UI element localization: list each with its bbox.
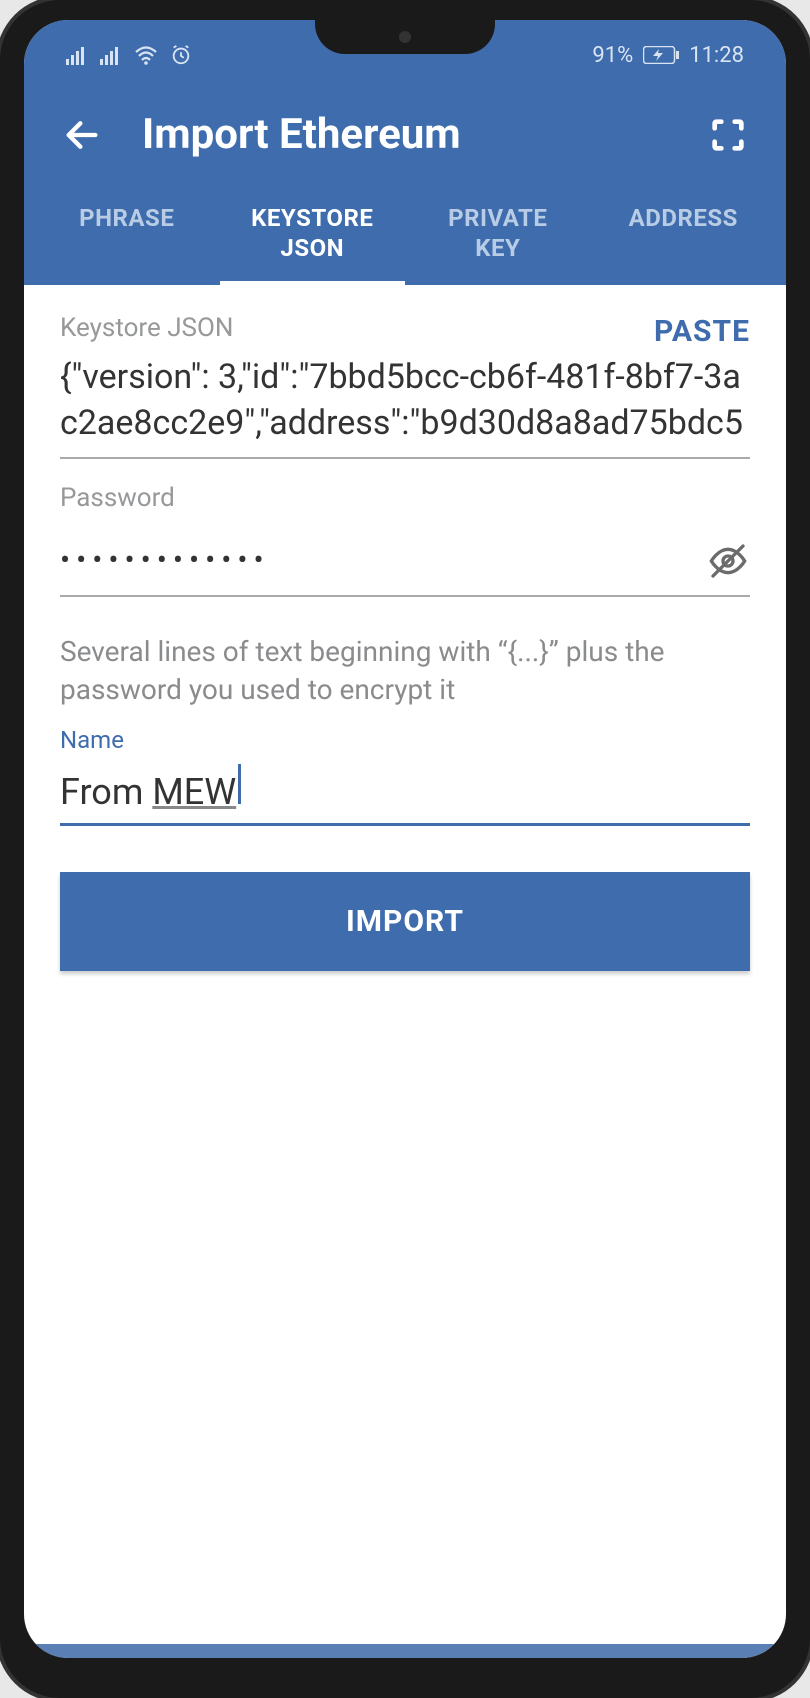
keystore-input[interactable]: {"version": 3,"id":"7bbd5bcc-cb6f-481f-8… <box>60 349 750 459</box>
signal-icon <box>66 45 88 65</box>
page-title: Import Ethereum <box>142 110 461 159</box>
keystore-label: Keystore JSON <box>60 313 233 343</box>
tabs: PHRASE KEYSTORE JSON PRIVATE KEY ADDRESS <box>24 185 786 285</box>
paste-button[interactable]: PASTE <box>654 314 750 349</box>
signal-secondary-icon <box>100 45 122 65</box>
toggle-password-visibility-button[interactable] <box>706 539 750 583</box>
battery-percent: 91% <box>592 43 633 68</box>
tab-phrase[interactable]: PHRASE <box>34 185 220 285</box>
name-input[interactable]: From MEW <box>60 760 750 826</box>
clock-time: 11:28 <box>689 43 744 68</box>
name-value: From MEW <box>60 771 236 813</box>
tab-address[interactable]: ADDRESS <box>591 185 777 285</box>
header-area: 91% 11:28 Import Ethereum PHRASE K <box>24 20 786 285</box>
wifi-icon <box>134 45 158 65</box>
tab-keystore-json[interactable]: KEYSTORE JSON <box>220 185 406 285</box>
status-left <box>66 44 192 66</box>
screen: 91% 11:28 Import Ethereum PHRASE K <box>24 20 786 1658</box>
text-caret <box>238 764 241 804</box>
bottom-nav-bar <box>24 1644 786 1658</box>
helper-text: Several lines of text beginning with “{.… <box>60 633 750 709</box>
tab-private-key[interactable]: PRIVATE KEY <box>405 185 591 285</box>
notch <box>315 20 495 54</box>
password-label: Password <box>60 483 750 513</box>
content-area: Keystore JSON PASTE {"version": 3,"id":"… <box>24 285 786 971</box>
battery-icon <box>643 46 679 64</box>
status-right: 91% 11:28 <box>592 43 744 68</box>
password-input[interactable]: ••••••••••••• <box>60 543 706 578</box>
back-button[interactable] <box>60 113 104 157</box>
alarm-icon <box>170 44 192 66</box>
password-field-row: ••••••••••••• <box>60 519 750 597</box>
device-frame: 91% 11:28 Import Ethereum PHRASE K <box>0 0 810 1698</box>
scan-qr-button[interactable] <box>706 113 750 157</box>
app-bar: Import Ethereum <box>24 90 786 185</box>
import-button[interactable]: IMPORT <box>60 872 750 971</box>
name-label: Name <box>60 726 750 754</box>
keystore-label-row: Keystore JSON PASTE <box>60 313 750 349</box>
